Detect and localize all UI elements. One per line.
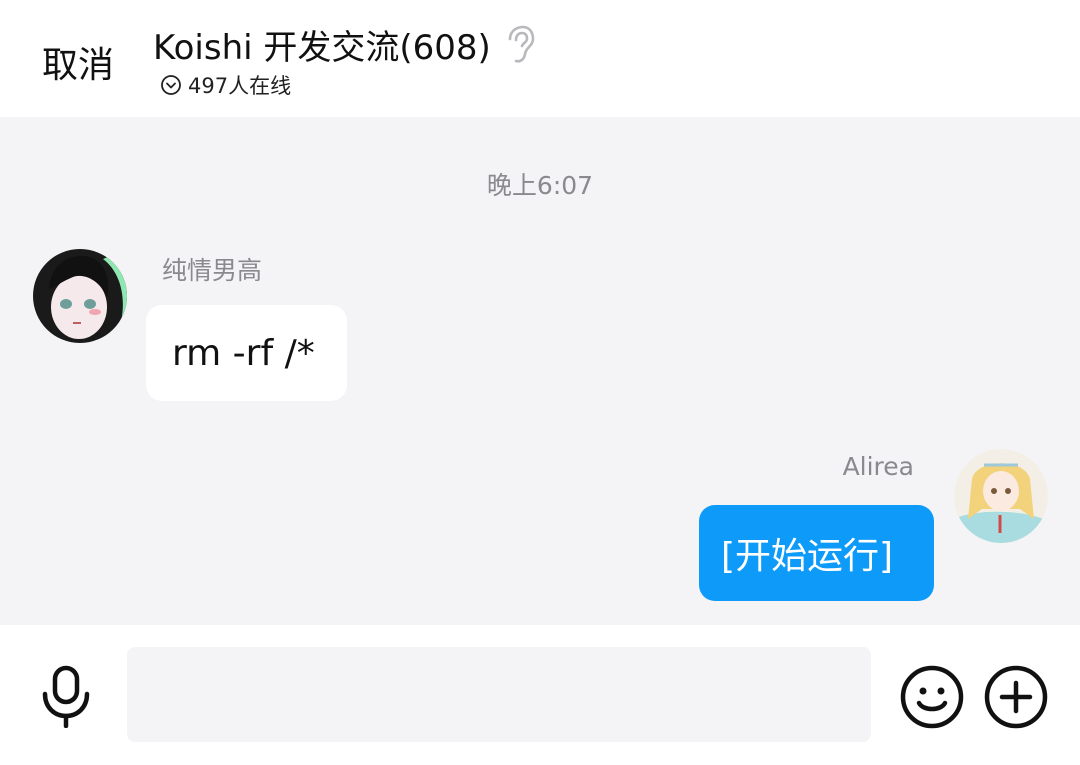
plus-circle-icon[interactable] xyxy=(983,664,1049,730)
message-bubble[interactable]: rm -rf /* xyxy=(146,305,347,401)
smiley-icon[interactable] xyxy=(899,664,965,730)
sender-name: Alirea xyxy=(842,452,914,481)
message-timestamp: 晚上6:07 xyxy=(486,171,594,200)
online-count: 497人在线 xyxy=(188,74,292,98)
sender-name: 纯情男高 xyxy=(162,256,263,285)
chevron-circle-icon xyxy=(160,74,182,96)
avatar[interactable] xyxy=(33,249,127,343)
avatar[interactable] xyxy=(954,449,1048,543)
message-list[interactable]: 晚上6:07 纯情男高 rm -rf /* Alirea [开始运行] xyxy=(0,117,1080,625)
message-text: [开始运行] xyxy=(721,536,894,577)
ear-icon xyxy=(505,25,535,65)
microphone-icon[interactable] xyxy=(38,664,94,729)
online-status[interactable]: 497人在线 xyxy=(160,70,291,100)
cancel-button[interactable]: 取消 xyxy=(42,36,114,88)
group-title[interactable]: Koishi 开发交流(608) xyxy=(153,20,491,69)
message-input[interactable] xyxy=(127,647,871,742)
message-bubble[interactable]: [开始运行] xyxy=(699,505,934,601)
message-text: rm -rf /* xyxy=(172,332,315,374)
title-row[interactable]: Koishi 开发交流(608) xyxy=(153,20,535,69)
chat-header: 取消 Koishi 开发交流(608) 497人在线 xyxy=(0,0,1080,117)
